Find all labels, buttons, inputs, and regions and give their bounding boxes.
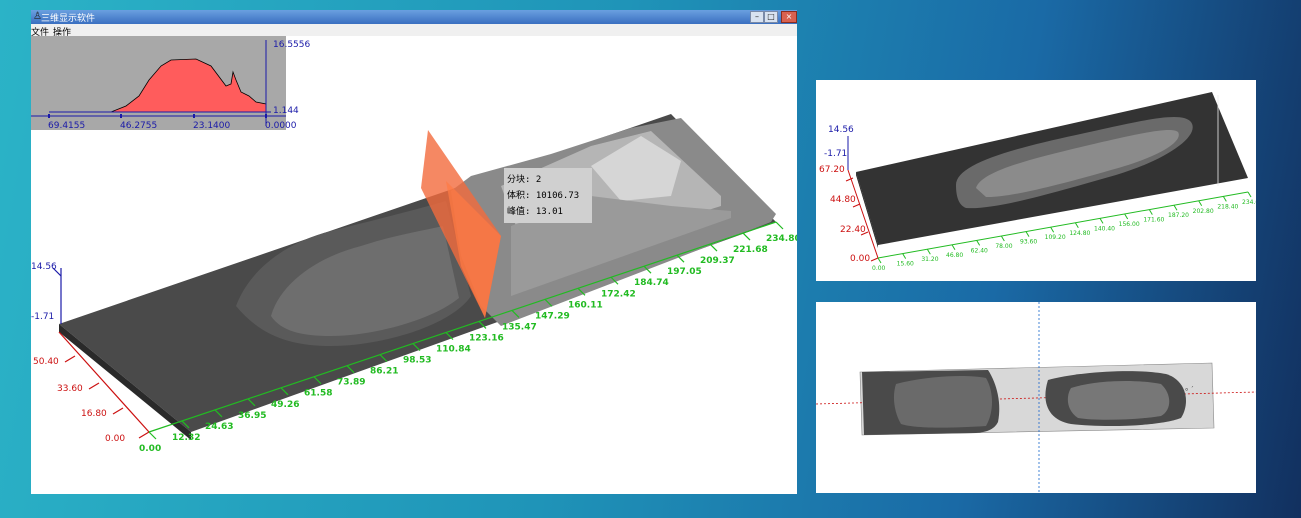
x-tick-label: 221.68 — [733, 245, 768, 255]
tr-x-tick-label: 0.00 — [872, 265, 886, 272]
perspective-view-svg: 14.56 -1.71 67.20 44.80 22.40 0.00 0.00 1… — [819, 92, 1263, 272]
x-tick-label: 61.58 — [304, 389, 332, 399]
maximize-button[interactable]: □ — [764, 11, 778, 23]
tr-y-label-0: 67.20 — [819, 165, 845, 175]
top-down-view-panel[interactable]: ∘ ′ — [815, 302, 1257, 493]
x-tick — [742, 232, 751, 241]
tr-y-label-1: 44.80 — [830, 195, 856, 205]
info-volume: 体积: 10106.73 — [507, 191, 580, 201]
tr-x-tick — [902, 253, 907, 259]
tr-x-tick-label: 202.80 — [1193, 208, 1214, 215]
hist-x-label-1: 46.2755 — [120, 121, 157, 131]
x-tick-label: 24.63 — [205, 422, 233, 432]
tr-x-tick — [1025, 231, 1030, 237]
close-button[interactable]: × — [781, 11, 797, 23]
tr-x-tick — [951, 244, 956, 251]
x-tick-label: 197.05 — [667, 267, 702, 277]
hist-x-label-3: 0.0000 — [265, 121, 297, 131]
info-tooltip: 分块: 2 体积: 10106.73 峰值: 13.01 — [504, 168, 592, 223]
tr-x-tick-label: 62.40 — [971, 247, 988, 254]
tr-x-tick — [926, 248, 931, 255]
x-tick-label: 73.89 — [337, 378, 365, 388]
x-tick-label: 160.11 — [568, 300, 603, 310]
tr-x-tick-label: 156.00 — [1119, 221, 1140, 228]
x-tick-label: 12.32 — [172, 433, 200, 443]
tr-z-min: -1.71 — [824, 149, 847, 159]
y-label-3: 0.00 — [105, 434, 125, 444]
z-axis: 14.56 -1.71 — [31, 262, 62, 324]
3d-view-canvas[interactable]: 16.5556 1.144 69.4155 46.2755 23.1400 0.… — [31, 36, 801, 494]
x-tick-label: 0.00 — [139, 444, 161, 454]
z-max-label: 14.56 — [31, 262, 57, 272]
x-tick-label: 135.47 — [502, 322, 537, 332]
tr-z-max: 14.56 — [828, 125, 854, 135]
x-tick — [709, 243, 718, 252]
perspective-view-panel[interactable]: 14.56 -1.71 67.20 44.80 22.40 0.00 0.00 1… — [816, 80, 1263, 281]
x-tick-label: 147.29 — [535, 311, 570, 321]
x-tick-label: 86.21 — [370, 367, 398, 377]
main-window: ♙ 三维显示软件 – □ × 文件 操作 16.5556 1.144 69.41… — [31, 10, 801, 494]
marker-glyph: ∘ ′ — [1184, 385, 1194, 394]
tr-x-tick-label: 46.80 — [946, 252, 963, 259]
x-tick-label: 110.84 — [436, 345, 471, 355]
hist-ymin-label: 1.144 — [273, 106, 299, 116]
info-peak: 峰值: 13.01 — [507, 207, 563, 217]
z-min-label: -1.71 — [31, 312, 54, 322]
histogram-panel: 16.5556 1.144 69.4155 46.2755 23.1400 0.… — [31, 36, 310, 131]
tr-x-tick — [1050, 226, 1055, 233]
y-label-1: 33.60 — [57, 384, 83, 394]
tr-x-tick — [1074, 222, 1079, 229]
tr-x-tick — [1099, 218, 1104, 224]
tr-x-tick-label: 93.60 — [1020, 239, 1037, 246]
hist-x-label-0: 69.4155 — [48, 121, 85, 131]
window-title: 三维显示软件 — [41, 14, 96, 24]
x-tick-label: 209.37 — [700, 256, 735, 266]
x-tick-label: 123.16 — [469, 333, 504, 343]
tr-x-tick-label: 78.00 — [995, 243, 1012, 250]
tr-x-tick — [976, 240, 981, 246]
x-tick-label: 184.74 — [634, 278, 669, 288]
tr-x-tick — [877, 257, 882, 264]
tr-x-tick — [1124, 213, 1129, 220]
x-tick-label: 234.80 — [766, 234, 797, 244]
tr-x-tick — [1173, 204, 1178, 211]
minimize-button[interactable]: – — [750, 11, 764, 23]
menu-bar: 文件 操作 — [31, 24, 797, 38]
info-block: 分块: 2 — [507, 175, 542, 185]
x-tick-label: 49.26 — [271, 400, 299, 410]
title-bar[interactable]: ♙ 三维显示软件 – □ × — [31, 10, 797, 24]
tr-x-tick — [1222, 196, 1227, 202]
tr-x-tick-label: 31.20 — [921, 256, 938, 263]
x-tick — [775, 221, 784, 230]
tr-x-tick-label: 15.60 — [897, 261, 914, 268]
x-tick-label: 98.53 — [403, 356, 431, 366]
3d-view-svg: 16.5556 1.144 69.4155 46.2755 23.1400 0.… — [31, 36, 801, 454]
tr-x-tick — [1148, 209, 1153, 215]
x-tick-label: 36.95 — [238, 411, 266, 421]
tr-x-tick-label: 124.80 — [1069, 230, 1090, 237]
tr-x-tick-label: 234.00 — [1242, 199, 1256, 206]
tr-y-label-2: 22.40 — [840, 225, 866, 235]
hist-ymax-label: 16.5556 — [273, 40, 310, 50]
tr-x-tick-label: 187.20 — [1168, 212, 1189, 219]
tr-x-tick — [1000, 235, 1005, 242]
tr-x-tick-label: 109.20 — [1045, 234, 1066, 241]
tr-x-tick-label: 140.40 — [1094, 225, 1115, 232]
hist-x-label-2: 23.1400 — [193, 121, 230, 131]
tr-x-tick — [1247, 191, 1252, 198]
tr-x-tick — [1198, 200, 1203, 207]
y-label-0: 50.40 — [33, 357, 59, 367]
top-down-view-svg: ∘ ′ — [815, 302, 1257, 493]
y-label-2: 16.80 — [81, 409, 107, 419]
tr-y-label-3: 0.00 — [850, 254, 870, 264]
tr-x-tick-label: 218.40 — [1217, 203, 1238, 210]
x-tick-label: 172.42 — [601, 289, 636, 299]
tr-x-tick-label: 171.60 — [1143, 217, 1164, 224]
x-tick — [148, 431, 157, 440]
